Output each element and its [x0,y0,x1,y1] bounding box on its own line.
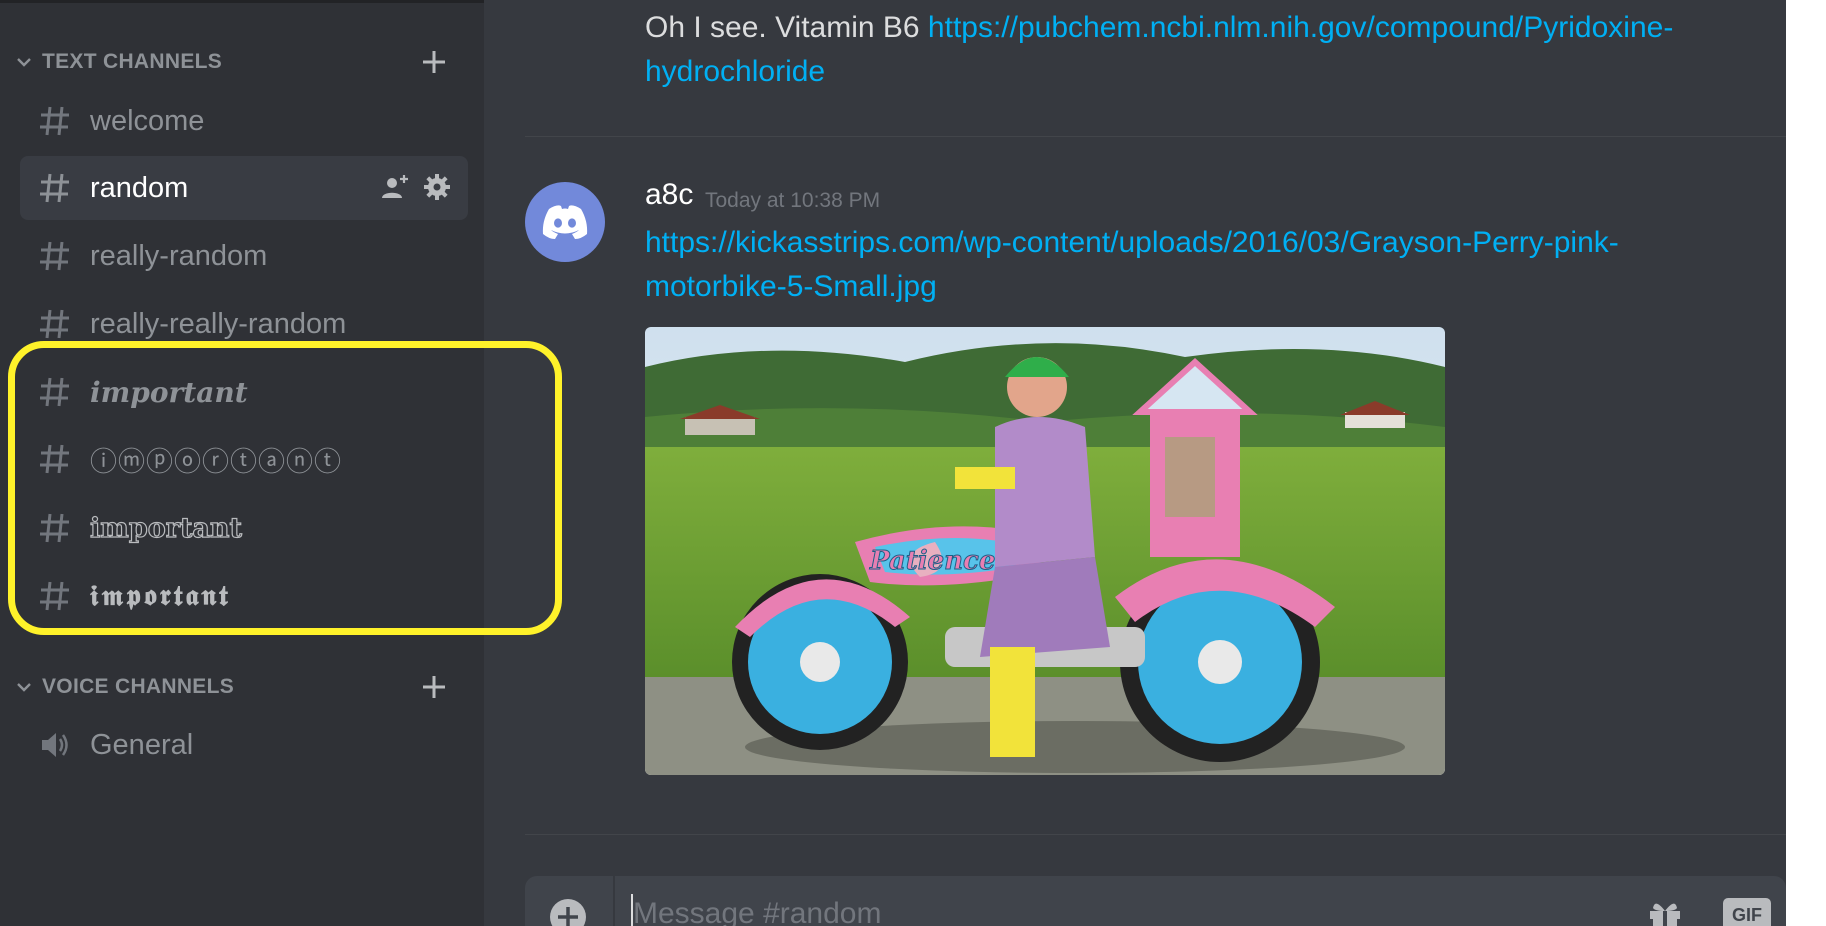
channel-important-circled[interactable]: ⓘⓜⓟⓞⓡⓣⓐⓝⓣ [20,427,468,491]
chevron-down-icon [17,58,31,67]
gif-button[interactable]: GIF [1723,898,1771,926]
gear-icon[interactable] [422,172,452,202]
channel-name: important [89,512,243,544]
avatar[interactable] [525,182,605,262]
hash-icon [40,309,69,339]
speaker-icon [42,733,68,757]
message-divider [525,834,1786,835]
channel-actions [380,172,452,202]
channel-important-outline[interactable]: important [20,496,468,560]
text-channels-category[interactable]: TEXT CHANNELS [14,42,454,82]
hash-icon [40,241,69,271]
motorbike-photo: Patience [645,327,1445,775]
message-divider [525,136,1786,137]
discord-logo-icon [542,205,588,239]
message-composer: GIF [525,876,1786,926]
add-attachment-button[interactable] [549,898,587,926]
channel-name: really-really-random [90,307,347,340]
invite-people-icon[interactable] [380,172,410,202]
hash-icon [40,173,69,203]
voice-channel-general[interactable]: General [20,713,468,777]
channel-sidebar: TEXT CHANNELS welcome random really-rand… [0,0,484,926]
channel-name: General [90,728,194,761]
message-input[interactable] [631,894,1533,926]
channel-name: important [90,375,248,409]
discord-window: TEXT CHANNELS welcome random really-rand… [0,0,1786,926]
hash-icon [40,513,69,543]
channel-important-bold-italic[interactable]: important [20,360,468,424]
hash-icon [40,106,69,136]
message-timestamp: Today at 10:38 PM [705,189,881,212]
message-text: Oh I see. Vitamin B6 [645,11,928,44]
composer-divider [613,876,615,926]
channel-name: ⓘⓜⓟⓞⓡⓣⓐⓝⓣ [90,446,342,478]
channel-really-random[interactable]: really-random [20,224,468,288]
message-link-text: https://kickasstrips.com/wp-content/uplo… [645,221,1745,309]
channel-random[interactable]: random [20,156,468,220]
channel-name: random [90,171,189,204]
channel-welcome[interactable]: welcome [20,89,468,153]
category-label: VOICE CHANNELS [42,675,235,698]
channel-important-gothic[interactable]: 𝖎𝖒𝖕𝖔𝖗𝖙𝖆𝖓𝖙 [20,564,468,628]
hash-icon [40,581,69,611]
message-vitamin-b6: Oh I see. Vitamin B6 https://pubchem.ncb… [645,6,1765,94]
add-channel-icon[interactable] [420,673,448,701]
gift-icon[interactable] [1645,896,1685,926]
message-author[interactable]: a8c [645,178,693,212]
add-channel-icon[interactable] [420,48,448,76]
hash-icon [40,377,69,407]
chevron-down-icon [17,683,31,692]
message-link[interactable]: https://kickasstrips.com/wp-content/uplo… [645,226,1619,303]
hash-icon [40,444,69,474]
channel-name: 𝖎𝖒𝖕𝖔𝖗𝖙𝖆𝖓𝖙 [90,579,231,612]
channel-name: really-random [90,239,268,272]
image-attachment[interactable]: Patience [645,327,1445,775]
category-label: TEXT CHANNELS [42,50,223,73]
photo-caption: Patience [869,546,995,576]
voice-channels-category[interactable]: VOICE CHANNELS [14,667,454,707]
channel-really-really-random[interactable]: really-really-random [20,292,468,356]
channel-name: welcome [90,104,205,137]
